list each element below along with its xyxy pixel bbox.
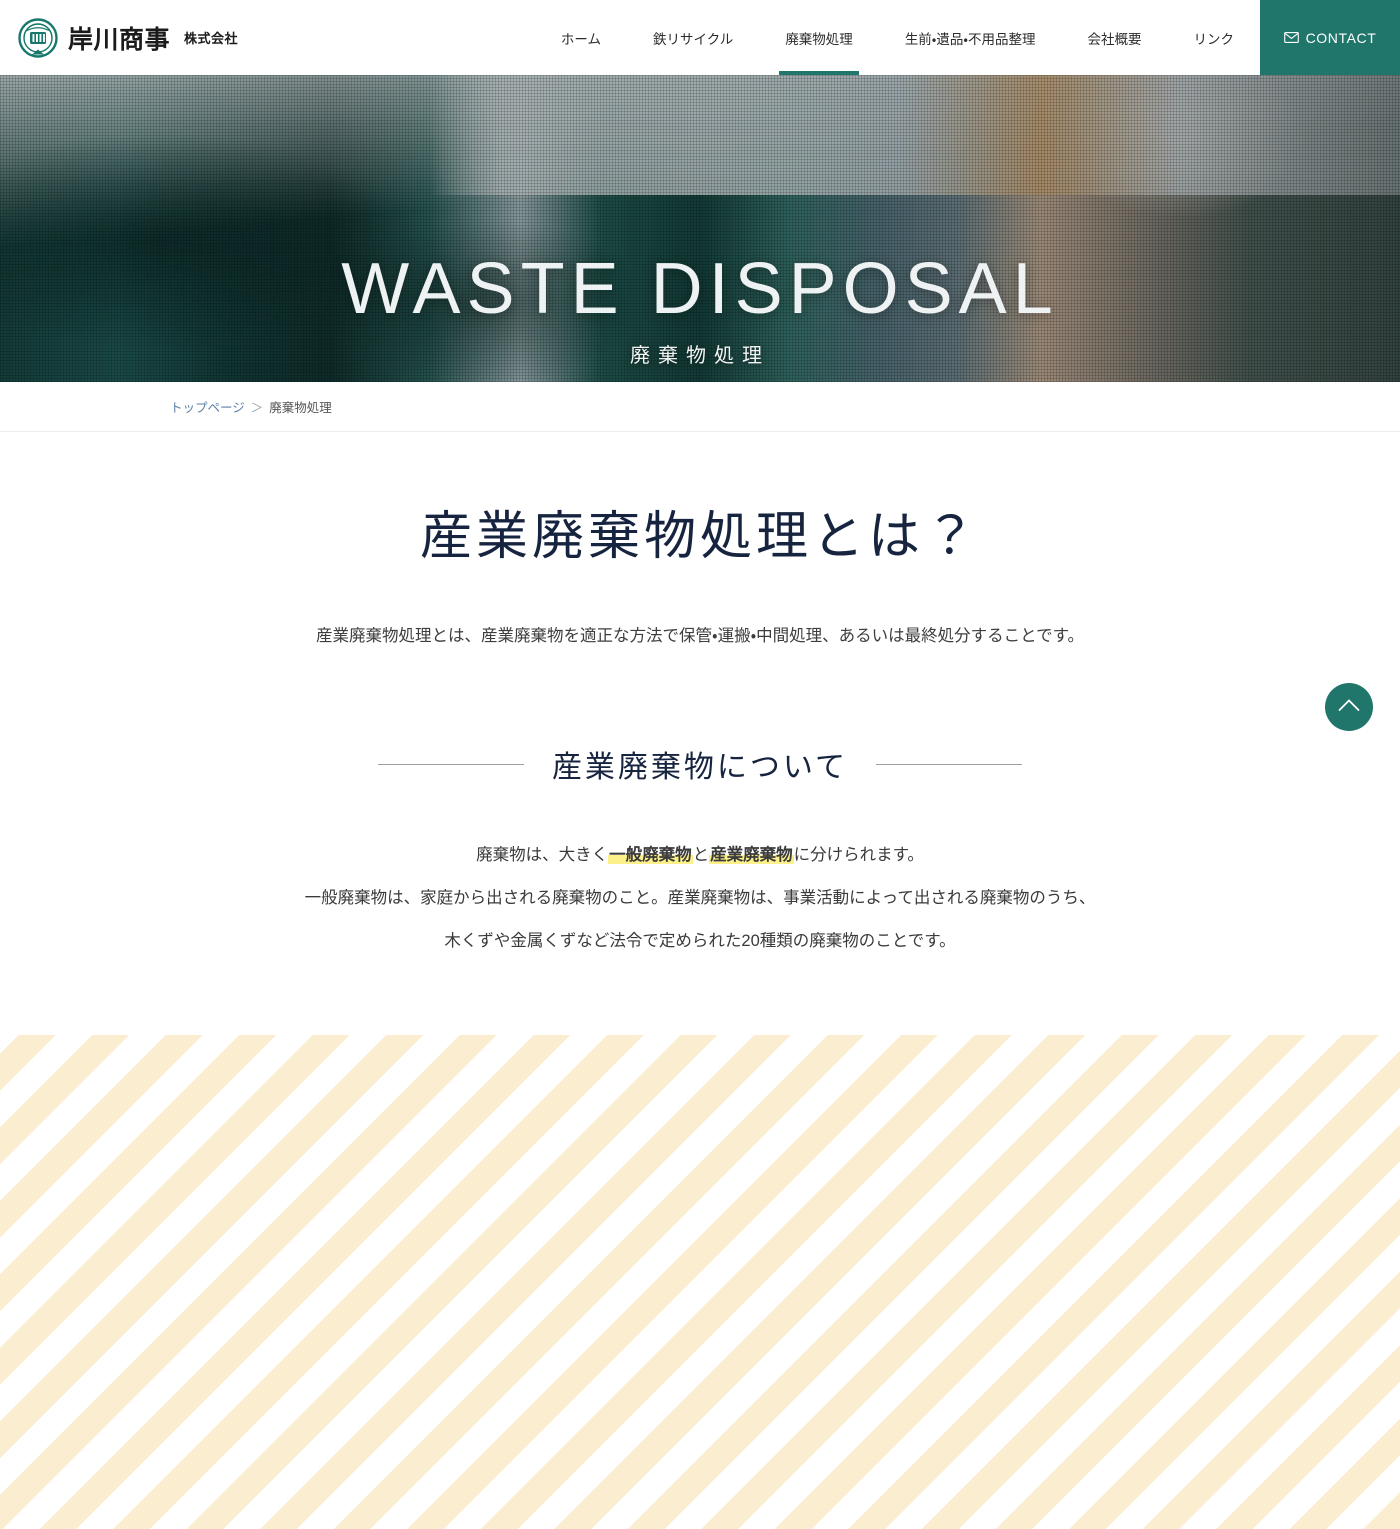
contact-button-label: CONTACT xyxy=(1305,29,1377,46)
hero-title-en: WASTE DISPOSAL xyxy=(341,249,1059,329)
heading-rule-right xyxy=(876,763,1023,765)
lead-line1-pre: 廃棄物は、大きく xyxy=(476,846,609,865)
section-heading: 産業廃棄物について xyxy=(0,742,1400,786)
nav-item-iron-recycle[interactable]: 鉄リサイクル xyxy=(627,0,759,75)
breadcrumb-home-link[interactable]: トップページ xyxy=(170,397,245,416)
breadcrumb: トップページ ＞ 廃棄物処理 xyxy=(0,382,1400,432)
diagram-canvas: 廃棄物 ごみ、粗大ごみ、燃え殻、汚泥、ふん尿、廃油、 廃酸、廃アルカリ、動物の死… xyxy=(0,1035,1400,1519)
highlight-general-waste: 一般廃棄物 xyxy=(608,846,693,865)
scroll-to-top-button[interactable] xyxy=(1325,683,1373,731)
page-root: 岸川商事 株式会社 ホーム 鉄リサイクル 廃棄物処理 生前・遺品・不用品整理 会… xyxy=(0,0,1400,1529)
lead-line-1: 廃棄物は、大きく一般廃棄物と産業廃棄物に分けられます。 xyxy=(0,834,1400,877)
hero-text-block: WASTE DISPOSAL 廃棄物処理 xyxy=(0,253,1400,368)
nav-item-estate-cleanup[interactable]: 生前・遺品・不用品整理 xyxy=(879,0,1062,75)
chevron-up-icon xyxy=(1338,698,1360,717)
brand-suffix: 株式会社 xyxy=(184,31,239,46)
lead-line-3: 木くずや金属くずなど法令で定められた20種類の廃棄物のことです。 xyxy=(444,932,956,951)
highlight-industrial-waste: 産業廃棄物 xyxy=(709,846,794,865)
lead-line-2: 一般廃棄物は、家庭から出される廃棄物のこと。産業廃棄物は、事業活動によって出され… xyxy=(304,889,1096,908)
waste-classification-diagram: 廃棄物 ごみ、粗大ごみ、燃え殻、汚泥、ふん尿、廃油、 廃酸、廃アルカリ、動物の死… xyxy=(0,1035,1400,1529)
heading-rule-left xyxy=(377,763,524,765)
nav-item-links[interactable]: リンク xyxy=(1168,0,1261,75)
hero-banner: WASTE DISPOSAL 廃棄物処理 xyxy=(0,75,1400,382)
brand-name: 岸川商事 xyxy=(68,24,171,54)
contact-button[interactable]: CONTACT xyxy=(1260,0,1400,75)
lead-text-block: 廃棄物は、大きく一般廃棄物と産業廃棄物に分けられます。 一般廃棄物は、家庭から出… xyxy=(0,834,1400,963)
intro-paragraph: 産業廃棄物処理とは、産業廃棄物を適正な方法で保管・運搬・中間処理、あるいは最終処… xyxy=(315,627,1085,645)
page-title: 産業廃棄物処理とは？ xyxy=(419,509,980,566)
section-heading-title: 産業廃棄物について xyxy=(551,751,849,785)
site-header: 岸川商事 株式会社 ホーム 鉄リサイクル 廃棄物処理 生前・遺品・不用品整理 会… xyxy=(0,0,1400,75)
breadcrumb-current: 廃棄物処理 xyxy=(269,401,332,415)
intro-section: 産業廃棄物処理とは？ 産業廃棄物処理とは、産業廃棄物を適正な方法で保管・運搬・中… xyxy=(0,432,1400,963)
nav-item-waste-disposal[interactable]: 廃棄物処理 xyxy=(759,0,879,75)
nav-item-company-profile[interactable]: 会社概要 xyxy=(1062,0,1168,75)
nav-item-home[interactable]: ホーム xyxy=(535,0,627,75)
circular-emblem-icon xyxy=(18,17,58,58)
lead-line1-post: に分けられます。 xyxy=(793,846,924,865)
lead-line1-mid: と xyxy=(692,846,710,865)
main-navigation: ホーム 鉄リサイクル 廃棄物処理 生前・遺品・不用品整理 会社概要 リンク xyxy=(535,0,1260,75)
breadcrumb-separator: ＞ xyxy=(250,401,264,415)
hero-title-ja: 廃棄物処理 xyxy=(630,345,770,367)
mail-icon xyxy=(1283,32,1299,43)
brand-logo[interactable]: 岸川商事 株式会社 xyxy=(0,0,238,75)
